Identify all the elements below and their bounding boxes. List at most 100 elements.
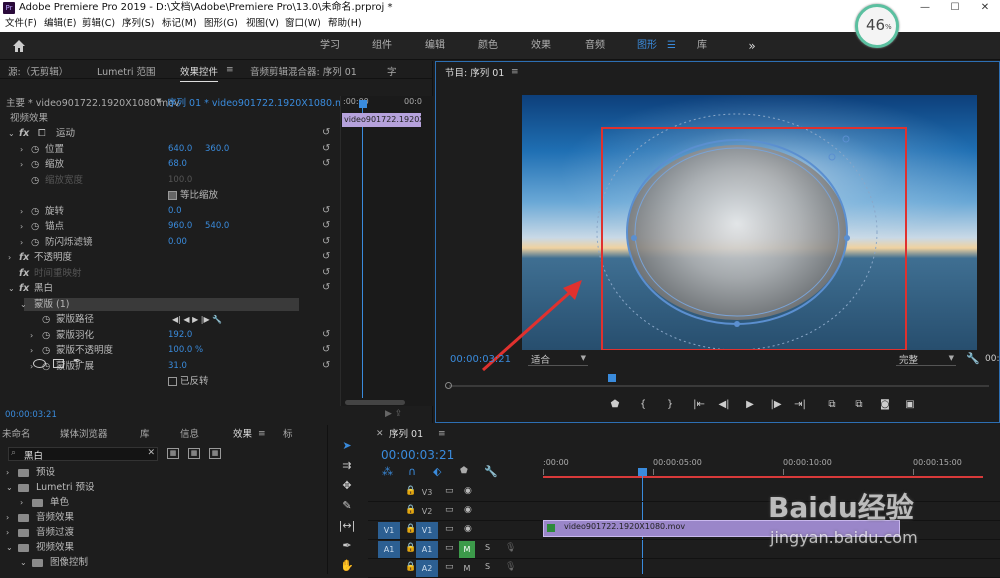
timeline-playhead-icon[interactable]	[638, 468, 647, 476]
effects-bin-item[interactable]: ⌄ Lumetri 预设	[0, 480, 330, 495]
sequence-clip-label[interactable]: 序列 01 * video901722.1920X1080.mov	[167, 96, 356, 112]
effects-bin-item[interactable]: ⌄ 视频效果	[0, 540, 330, 555]
reset-icon[interactable]: ↺	[322, 251, 334, 263]
reset-icon[interactable]: ↺	[322, 344, 334, 356]
timeline-menu-icon[interactable]: ≡	[438, 429, 446, 439]
ec-tab-menu-icon[interactable]: ≡	[226, 65, 234, 75]
add-marker-icon[interactable]: ⬟	[608, 398, 622, 412]
reset-icon[interactable]: ↺	[322, 267, 334, 279]
stopwatch-icon[interactable]: ◷	[31, 219, 39, 235]
lock-icon[interactable]: 🔒	[405, 524, 416, 534]
track-target[interactable]: V3	[416, 484, 438, 501]
pen-mask-icon[interactable]: ✒	[73, 356, 81, 367]
ec-row-11[interactable]: ⌄ 蒙版 (1)	[0, 297, 340, 313]
expand-toggle-icon[interactable]: ›	[6, 525, 9, 540]
expand-toggle-icon[interactable]: ⌄	[8, 126, 15, 142]
project-tab-menu-icon[interactable]: ≡	[258, 429, 266, 439]
timeline-marker-icon[interactable]: ⬟	[460, 466, 468, 476]
ec-tab-0[interactable]: 源:（无剪辑）	[8, 65, 68, 81]
ec-value-2[interactable]: 540.0	[205, 219, 229, 235]
program-scrub-bar[interactable]	[445, 372, 995, 392]
effects-search-box[interactable]: ⌕ 黑白 ✕	[8, 447, 158, 462]
expand-toggle-icon[interactable]: ›	[30, 328, 33, 344]
checkbox[interactable]	[168, 377, 177, 386]
camera-icon[interactable]: ◙	[878, 398, 892, 412]
expand-toggle-icon[interactable]: ⌄	[6, 480, 13, 495]
menu-item-1[interactable]: 编辑(E)	[44, 16, 76, 32]
ec-row-3[interactable]: ◷ 缩放宽度 100.0	[0, 173, 340, 189]
workspace-more-button[interactable]: »	[744, 32, 760, 60]
project-tab-5[interactable]: 标	[283, 427, 293, 443]
ec-row-5[interactable]: › ◷ 旋转 0.0 ↺	[0, 204, 340, 220]
stopwatch-icon[interactable]: ◷	[31, 204, 39, 220]
dropdown-arrow-icon[interactable]: ▼	[156, 97, 161, 105]
stopwatch-icon[interactable]: ◷	[42, 343, 50, 359]
ec-row-9[interactable]: fx 时间重映射 ↺	[0, 266, 340, 282]
track-target[interactable]: A1	[416, 541, 438, 558]
ec-row-7[interactable]: › ◷ 防闪烁滤镜 0.00 ↺	[0, 235, 340, 251]
fx-toggle-icon[interactable]: fx	[19, 250, 29, 266]
stopwatch-icon[interactable]: ◷	[42, 312, 50, 328]
ec-value-1[interactable]: 100.0	[168, 173, 192, 189]
ec-row-1[interactable]: › ◷ 位置 640.0 360.0 ↺	[0, 142, 340, 158]
project-tab-1[interactable]: 媒体浏览器	[60, 427, 108, 443]
menu-item-5[interactable]: 图形(G)	[204, 16, 238, 32]
program-timecode[interactable]: 00:00:03:21	[450, 354, 511, 365]
reset-icon[interactable]: ↺	[322, 220, 334, 232]
project-tab-0[interactable]: 未命名	[2, 427, 31, 443]
microphone-icon[interactable]: 🎙	[505, 562, 516, 572]
timeline-work-area-bar[interactable]	[543, 476, 983, 478]
ec-row-16[interactable]: 已反转	[0, 374, 340, 390]
mute-button[interactable]: M	[459, 541, 475, 558]
ec-scroll-bar[interactable]	[345, 400, 405, 405]
reset-icon[interactable]: ↺	[322, 282, 334, 294]
lock-icon[interactable]: 🔒	[405, 505, 416, 515]
rectangle-mask-icon[interactable]	[53, 359, 64, 368]
expand-toggle-icon[interactable]: ⌄	[8, 281, 15, 297]
clear-search-icon[interactable]: ✕	[147, 448, 155, 458]
reset-icon[interactable]: ↺	[322, 329, 334, 341]
workspace-menu-icon[interactable]: ☰	[667, 40, 676, 51]
fx-toggle-icon[interactable]: fx	[19, 281, 29, 297]
ec-row-14[interactable]: › ◷ 蒙版不透明度 100.0 % ↺	[0, 343, 340, 359]
extract-icon[interactable]: ⧉	[852, 398, 866, 412]
ec-row-6[interactable]: › ◷ 锚点 960.0 540.0 ↺	[0, 219, 340, 235]
ec-value-2[interactable]: 360.0	[205, 142, 229, 158]
solo-button[interactable]: S	[485, 543, 490, 552]
timeline-close-icon[interactable]: ✕	[376, 429, 384, 439]
wrench-icon[interactable]: 🔧	[966, 352, 980, 365]
lock-icon[interactable]: 🔒	[405, 562, 416, 572]
ellipse-mask-icon[interactable]	[33, 359, 46, 368]
go-to-in-icon[interactable]: |⇤	[692, 398, 706, 412]
effects-bin-item[interactable]: › 预设	[0, 465, 330, 480]
track-select-icon[interactable]: ⇉	[338, 457, 356, 475]
linked-selection-icon[interactable]: ∩	[408, 465, 416, 478]
ec-clip-bar[interactable]: video901722.1920X1	[342, 113, 421, 127]
razor-icon[interactable]: ✎	[338, 497, 356, 515]
expand-toggle-icon[interactable]: ›	[30, 343, 33, 359]
ec-value-1[interactable]: 960.0	[168, 219, 192, 235]
motion-transform-icon[interactable]: ⧠	[38, 126, 46, 142]
source-clip-label[interactable]: 主要 * video901722.1920X1080.mov	[6, 96, 180, 112]
ec-row-0[interactable]: ⌄ fx ⧠ 运动 ↺	[0, 126, 340, 142]
menu-item-8[interactable]: 帮助(H)	[328, 16, 362, 32]
expand-toggle-icon[interactable]: ›	[20, 495, 23, 510]
slip-icon[interactable]: |↔|	[338, 517, 356, 535]
ec-timecode[interactable]: 00:00:03:21	[5, 410, 57, 420]
ec-tab-3[interactable]: 音频剪辑混合器: 序列 01	[250, 65, 357, 81]
ec-value-1[interactable]: 100.0 %	[168, 343, 203, 359]
expand-toggle-icon[interactable]: ›	[20, 157, 23, 173]
expand-toggle-icon[interactable]: ›	[20, 204, 23, 220]
ec-row-10[interactable]: ⌄ fx 黑白 ↺	[0, 281, 340, 297]
reset-icon[interactable]: ↺	[322, 127, 334, 139]
ec-row-2[interactable]: › ◷ 缩放 68.0 ↺	[0, 157, 340, 173]
effects-bin-item[interactable]: › 单色	[0, 495, 330, 510]
expand-toggle-icon[interactable]: ›	[6, 465, 9, 480]
ec-value-1[interactable]: 0.0	[168, 204, 182, 220]
source-patch-v1[interactable]: V1	[378, 522, 400, 539]
fit-dropdown[interactable]: 适合 ▼	[528, 352, 588, 366]
stopwatch-icon[interactable]: ◷	[31, 157, 39, 173]
eye-icon[interactable]: ◉	[464, 505, 472, 515]
mask-tracking-controls[interactable]: ◀| ◀ ▶ |▶ 🔧	[172, 312, 222, 328]
solo-button[interactable]: S	[485, 562, 490, 571]
